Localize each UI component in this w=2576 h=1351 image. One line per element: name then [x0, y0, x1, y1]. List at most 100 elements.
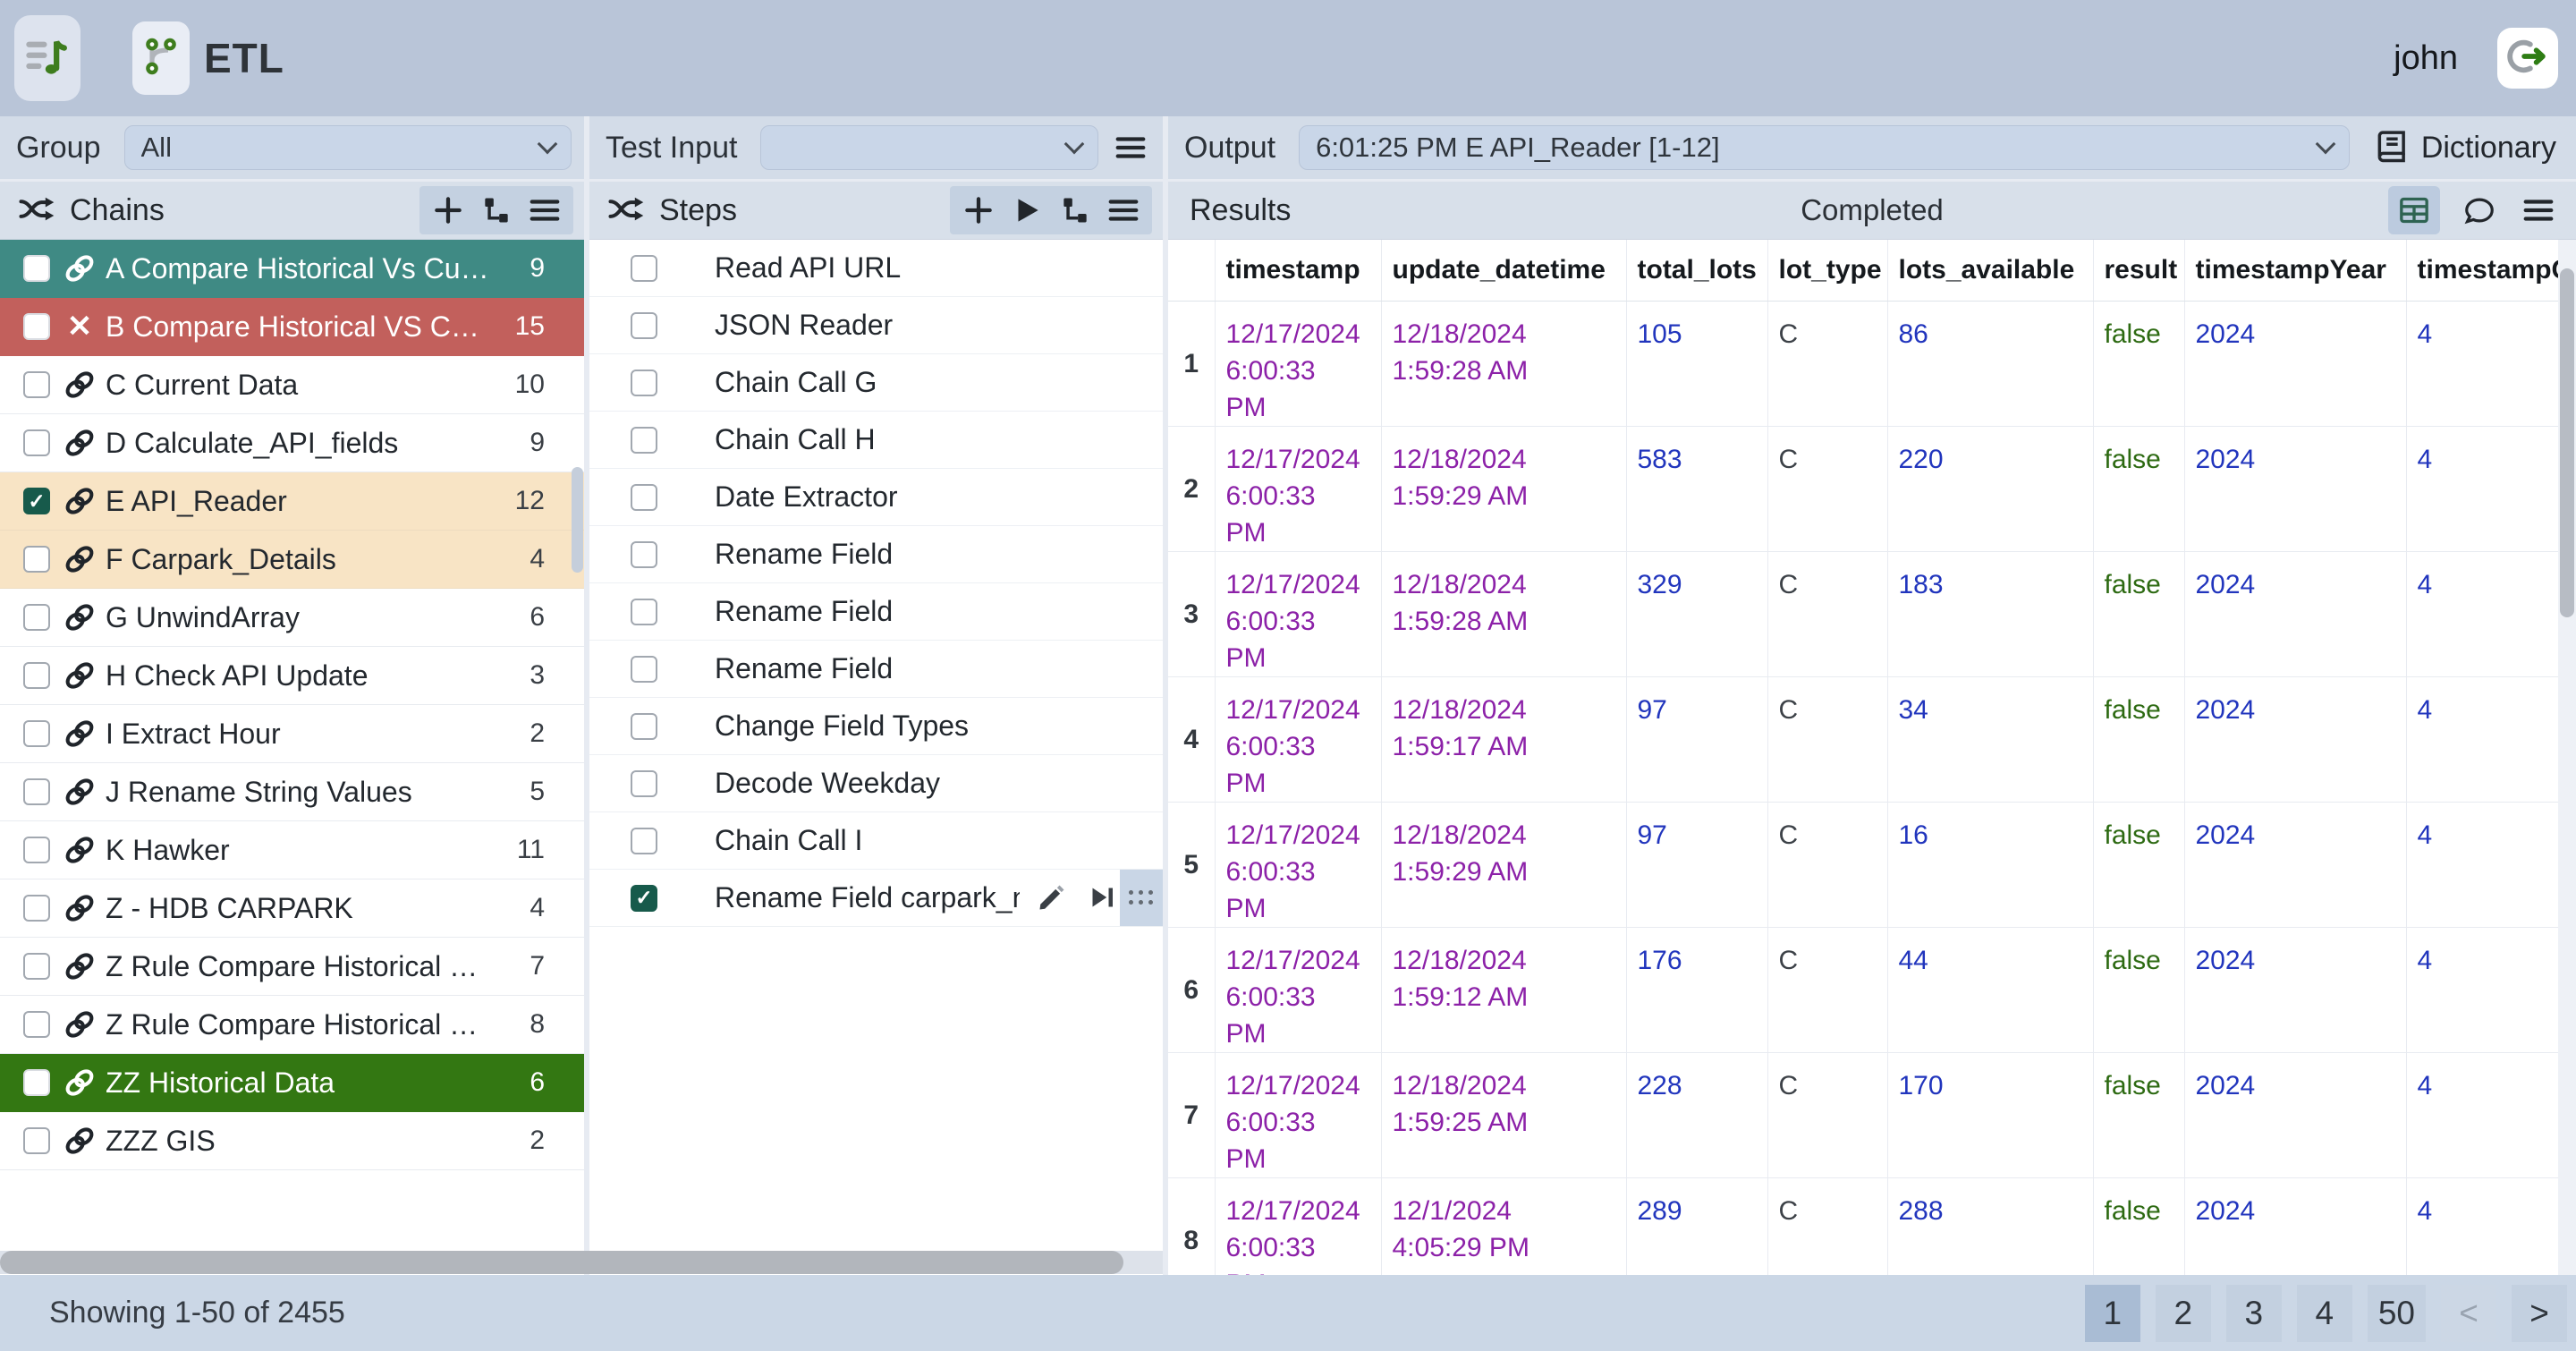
column-header[interactable]	[1168, 240, 1215, 301]
chain-checkbox[interactable]	[23, 720, 50, 747]
chain-checkbox[interactable]	[23, 662, 50, 689]
chain-checkbox[interactable]	[23, 778, 50, 805]
column-header[interactable]: total_lots	[1626, 240, 1767, 301]
chain-item[interactable]: Z - HDB CARPARK4	[0, 879, 584, 938]
chains-scrollbar[interactable]	[572, 467, 583, 573]
table-row[interactable]: 212/17/2024 6:00:33 PM12/18/2024 1:59:29…	[1168, 426, 2558, 551]
step-checkbox[interactable]	[631, 370, 657, 396]
table-row[interactable]: 312/17/2024 6:00:33 PM12/18/2024 1:59:28…	[1168, 551, 2558, 676]
page-button[interactable]: 4	[2297, 1285, 2352, 1342]
chain-item[interactable]: H Check API Update3	[0, 647, 584, 705]
table-row[interactable]: 512/17/2024 6:00:33 PM12/18/2024 1:59:29…	[1168, 802, 2558, 927]
step-checkbox[interactable]	[631, 255, 657, 282]
chain-checkbox[interactable]	[23, 255, 50, 282]
step-item[interactable]: Rename Field	[589, 583, 1163, 641]
horizontal-scrollbar-track[interactable]	[0, 1251, 1163, 1274]
table-row[interactable]: 412/17/2024 6:00:33 PM12/18/2024 1:59:17…	[1168, 676, 2558, 802]
column-header[interactable]: timestampYear	[2184, 240, 2406, 301]
run-to-step-icon[interactable]	[1086, 881, 1120, 915]
results-scrollbar-track[interactable]	[2558, 240, 2576, 1275]
test-input-menu-icon[interactable]	[1111, 129, 1150, 166]
step-item[interactable]: Chain Call G	[589, 354, 1163, 412]
step-checkbox[interactable]: ✓	[631, 885, 657, 912]
hierarchy-icon[interactable]	[477, 191, 516, 229]
group-select[interactable]: All	[124, 125, 572, 170]
chain-checkbox[interactable]: ✓	[23, 488, 50, 514]
chain-checkbox[interactable]	[23, 837, 50, 863]
add-step-icon[interactable]	[959, 191, 998, 229]
column-header[interactable]: timestamp	[1215, 240, 1381, 301]
page-button[interactable]: 2	[2156, 1285, 2211, 1342]
logout-button[interactable]	[2497, 28, 2558, 89]
step-item[interactable]: Rename Field	[589, 641, 1163, 698]
step-item[interactable]: Chain Call H	[589, 412, 1163, 469]
chain-checkbox[interactable]	[23, 429, 50, 456]
table-row[interactable]: 712/17/2024 6:00:33 PM12/18/2024 1:59:25…	[1168, 1052, 2558, 1177]
chain-item[interactable]: ZZZ GIS2	[0, 1112, 584, 1170]
prev-page-button[interactable]: <	[2441, 1285, 2496, 1342]
step-item[interactable]: ✓Rename Field carpark_n…	[589, 870, 1163, 927]
chain-item[interactable]: ✕B Compare Historical VS C…15	[0, 298, 584, 356]
chain-checkbox[interactable]	[23, 1069, 50, 1096]
step-checkbox[interactable]	[631, 713, 657, 740]
step-item[interactable]: Chain Call I	[589, 812, 1163, 870]
step-checkbox[interactable]	[631, 828, 657, 854]
edit-step-icon[interactable]	[1036, 881, 1070, 915]
dictionary-button[interactable]: Dictionary	[2373, 127, 2556, 169]
chain-item[interactable]: K Hawker11	[0, 821, 584, 879]
step-checkbox[interactable]	[631, 656, 657, 683]
step-checkbox[interactable]	[631, 770, 657, 797]
results-scrollbar-thumb[interactable]	[2560, 268, 2574, 617]
chain-item[interactable]: D Calculate_API_fields9	[0, 414, 584, 472]
output-select[interactable]: 6:01:25 PM E API_Reader [1-12]	[1299, 125, 2350, 170]
menu-icon[interactable]	[1104, 191, 1143, 229]
chain-checkbox[interactable]	[23, 1011, 50, 1038]
step-checkbox[interactable]	[631, 599, 657, 625]
column-header[interactable]: update_datetime	[1381, 240, 1626, 301]
chain-checkbox[interactable]	[23, 953, 50, 980]
column-header[interactable]: timestampQuarter	[2406, 240, 2558, 301]
horizontal-scrollbar-thumb[interactable]	[0, 1251, 1123, 1274]
table-row[interactable]: 612/17/2024 6:00:33 PM12/18/2024 1:59:12…	[1168, 927, 2558, 1052]
chain-item[interactable]: ZZ Historical Data6	[0, 1054, 584, 1112]
chain-checkbox[interactable]	[23, 604, 50, 631]
chain-checkbox[interactable]	[23, 1127, 50, 1154]
menu-icon[interactable]	[525, 191, 564, 229]
step-checkbox[interactable]	[631, 484, 657, 511]
step-item[interactable]: JSON Reader	[589, 297, 1163, 354]
chain-item[interactable]: ✓E API_Reader12	[0, 472, 584, 531]
chain-checkbox[interactable]	[23, 546, 50, 573]
page-button[interactable]: 3	[2226, 1285, 2282, 1342]
step-item[interactable]: Read API URL	[589, 240, 1163, 297]
chain-checkbox[interactable]	[23, 371, 50, 398]
hierarchy-icon[interactable]	[1055, 191, 1095, 229]
step-item[interactable]: Rename Field	[589, 526, 1163, 583]
column-header[interactable]: lots_available	[1887, 240, 2093, 301]
chain-item[interactable]: Z Rule Compare Historical …7	[0, 938, 584, 996]
step-item[interactable]: Date Extractor	[589, 469, 1163, 526]
step-item[interactable]: Decode Weekday	[589, 755, 1163, 812]
menu-icon[interactable]	[2519, 191, 2558, 229]
test-input-select[interactable]	[760, 125, 1098, 170]
chain-item[interactable]: Z Rule Compare Historical …8	[0, 996, 584, 1054]
column-header[interactable]: lot_type	[1767, 240, 1887, 301]
page-button[interactable]: 1	[2085, 1285, 2140, 1342]
table-view-icon[interactable]	[2388, 186, 2440, 234]
table-row[interactable]: 112/17/2024 6:00:33 PM12/18/2024 1:59:28…	[1168, 301, 2558, 426]
comment-icon[interactable]	[2460, 191, 2499, 229]
run-icon[interactable]	[1007, 191, 1046, 229]
table-row[interactable]: 812/17/2024 6:00:33 PM12/1/2024 4:05:29 …	[1168, 1177, 2558, 1275]
column-header[interactable]: result	[2093, 240, 2184, 301]
step-checkbox[interactable]	[631, 541, 657, 568]
chain-item[interactable]: G UnwindArray6	[0, 589, 584, 647]
step-checkbox[interactable]	[631, 312, 657, 339]
next-page-button[interactable]: >	[2512, 1285, 2567, 1342]
chain-item[interactable]: A Compare Historical Vs Cu…9	[0, 240, 584, 298]
chain-item[interactable]: J Rename String Values5	[0, 763, 584, 821]
chain-checkbox[interactable]	[23, 895, 50, 922]
chain-checkbox[interactable]	[23, 313, 50, 340]
add-chain-icon[interactable]	[428, 191, 468, 229]
drag-handle[interactable]	[1120, 870, 1163, 926]
app-logo-button[interactable]	[14, 15, 80, 101]
chain-item[interactable]: I Extract Hour2	[0, 705, 584, 763]
